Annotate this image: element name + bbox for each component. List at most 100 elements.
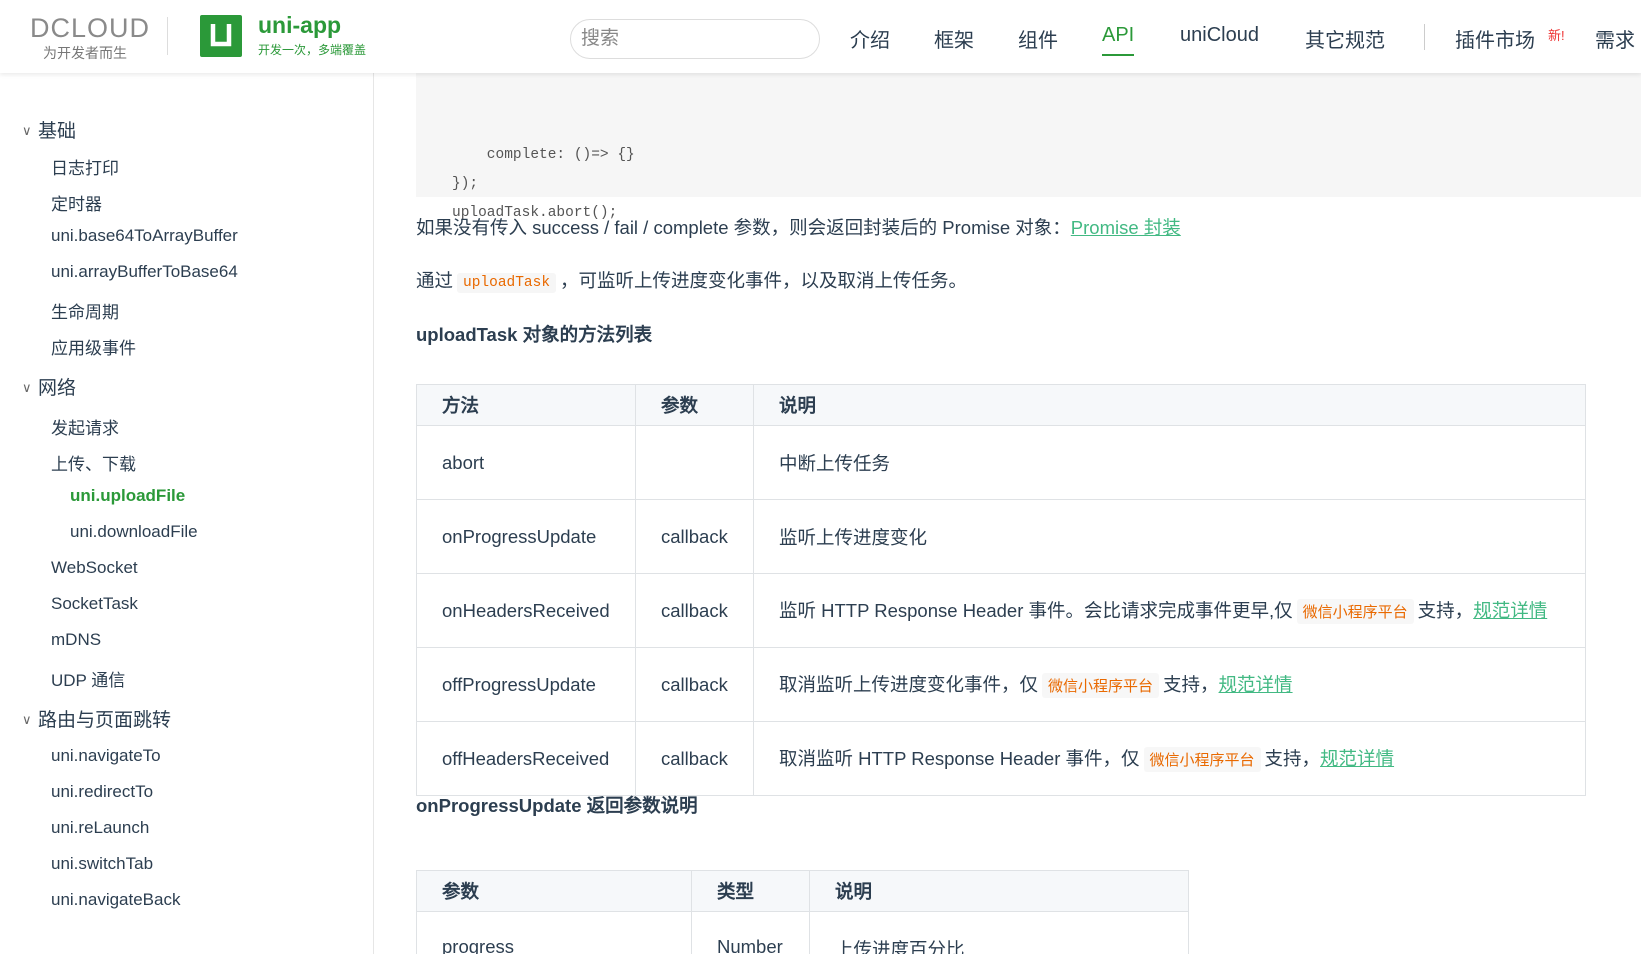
sidebar-item-lifecycle[interactable]: 生命周期 [51, 298, 119, 323]
desc-cell: 监听上传进度变化 [753, 499, 1586, 574]
header-divider [167, 17, 168, 55]
sidebar-item-arraybuffer-to-base64[interactable]: uni.arrayBufferToBase64 [51, 262, 238, 282]
nav-framework[interactable]: 框架 [934, 24, 974, 53]
desc-text: 中断上传任务 [779, 452, 891, 474]
dcloud-logo-word: DCLOUD [30, 13, 151, 43]
param-cell: callback [635, 647, 754, 722]
code-block: complete: ()=> {} }); uploadTask.abort()… [416, 73, 1641, 221]
type-cell: Number [691, 911, 810, 954]
nav-components[interactable]: 组件 [1018, 24, 1058, 53]
desc-after: 支持， [1417, 600, 1474, 621]
table-row: abort 中断上传任务 [416, 425, 1586, 500]
param-cell: callback [635, 499, 754, 574]
upload-task-code: uploadTask [457, 273, 557, 293]
nav-intro[interactable]: 介绍 [850, 24, 890, 53]
promise-link[interactable]: Promise 封装 [1071, 217, 1181, 238]
sidebar-item-request[interactable]: 发起请求 [51, 414, 119, 439]
table-row: offHeadersReceived callback 取消监听 HTTP Re… [416, 721, 1586, 796]
table-header-row: 方法 参数 说明 [416, 384, 1586, 426]
uni-app-title[interactable]: uni-app [258, 12, 341, 39]
desc-cell: 监听 HTTP Response Header 事件。会比请求完成事件更早,仅微… [753, 573, 1586, 648]
table-header: 参数 [635, 384, 754, 426]
upload-text-before: 通过 [416, 270, 454, 291]
chevron-down-icon: ∨ [22, 123, 32, 138]
method-cell: onProgressUpdate [416, 499, 636, 574]
sidebar-item-base64-to-arraybuffer[interactable]: uni.base64ToArrayBuffer [51, 226, 238, 246]
spec-detail-link[interactable]: 规范详情 [1219, 674, 1293, 695]
method-cell: offHeadersReceived [416, 721, 636, 796]
desc-text: 监听上传进度变化 [779, 526, 928, 548]
param-cell: callback [635, 721, 754, 796]
table-header: 参数 [416, 870, 692, 912]
dcloud-slogan: 为开发者而生 [43, 45, 127, 61]
method-cell: abort [416, 425, 636, 500]
sidebar-item-app-events[interactable]: 应用级事件 [51, 334, 136, 359]
desc-after: 支持， [1264, 748, 1321, 769]
progress-params-heading: onProgressUpdate 返回参数说明 [416, 795, 698, 816]
param-cell: callback [635, 573, 754, 648]
uni-app-logo-icon[interactable] [200, 15, 242, 57]
spec-detail-link[interactable]: 规范详情 [1320, 748, 1394, 769]
spec-detail-link[interactable]: 规范详情 [1473, 600, 1547, 621]
nav-plugin-market[interactable]: 插件市场 [1455, 24, 1535, 53]
sidebar-item-navigate-to[interactable]: uni.navigateTo [51, 746, 161, 766]
methods-heading: uploadTask 对象的方法列表 [416, 324, 653, 345]
dcloud-logo[interactable]: DCLOUD 为开发者而生 [30, 13, 151, 63]
table-row: onProgressUpdate callback 监听上传进度变化 [416, 499, 1586, 574]
chevron-down-icon: ∨ [22, 712, 32, 727]
sidebar-group-label: 路由与页面跳转 [38, 710, 172, 731]
table-row: progress Number 上传进度百分比 [416, 911, 1189, 954]
chevron-down-icon: ∨ [22, 380, 32, 395]
method-cell: onHeadersReceived [416, 573, 636, 648]
sidebar-item-download-file[interactable]: uni.downloadFile [70, 522, 198, 542]
table-header: 说明 [809, 870, 1189, 912]
nav-unicloud[interactable]: uniCloud [1180, 24, 1259, 47]
sidebar: ∨ 基础 日志打印 定时器 uni.base64ToArrayBuffer uni… [0, 73, 374, 954]
nav-demand[interactable]: 需求 [1595, 24, 1635, 53]
sidebar-group-routing[interactable]: ∨ 路由与页面跳转 [22, 705, 171, 732]
table-header: 方法 [416, 384, 636, 426]
new-badge: 新! [1548, 28, 1565, 43]
search-input[interactable] [570, 19, 820, 59]
sidebar-item-timer[interactable]: 定时器 [51, 190, 102, 215]
desc-cell: 取消监听上传进度变化事件，仅 微信小程序平台 支持，规范详情 [753, 647, 1586, 722]
main-content: complete: ()=> {} }); uploadTask.abort()… [374, 73, 1641, 954]
nav-separator [1424, 24, 1425, 50]
nav-api[interactable]: API [1102, 24, 1135, 56]
sidebar-item-log[interactable]: 日志打印 [51, 154, 119, 179]
desc-text: 取消监听 HTTP Response Header 事件，仅 [779, 748, 1140, 769]
sidebar-group-basic[interactable]: ∨ 基础 [22, 116, 76, 143]
desc-cell: 取消监听 HTTP Response Header 事件，仅 微信小程序平台 支持，… [753, 721, 1586, 796]
code-line: complete: ()=> {} [452, 147, 635, 163]
uni-app-slogan: 开发一次，多端覆盖 [258, 43, 367, 57]
table-row: onHeadersReceived callback 监听 HTTP Respo… [416, 573, 1586, 648]
sidebar-item-redirect-to[interactable]: uni.redirectTo [51, 782, 153, 802]
nav-other-specs[interactable]: 其它规范 [1305, 24, 1385, 53]
table-header: 类型 [691, 870, 810, 912]
sidebar-item-navigate-back[interactable]: uni.navigateBack [51, 890, 180, 910]
code-line: }); [452, 176, 479, 192]
param-cell: progress [416, 911, 692, 954]
sidebar-item-switch-tab[interactable]: uni.switchTab [51, 854, 153, 874]
sidebar-group-network[interactable]: ∨ 网络 [22, 373, 76, 400]
methods-table: 方法 参数 说明 abort 中断上传任务 onProgressUpdate c… [416, 384, 1586, 796]
params-table: 参数 类型 说明 progress Number 上传进度百分比 [416, 870, 1189, 954]
param-cell [635, 425, 754, 500]
sidebar-item-relaunch[interactable]: uni.reLaunch [51, 818, 149, 838]
desc-after: 支持， [1163, 674, 1219, 695]
table-row: offProgressUpdate callback 取消监听上传进度变化事件，… [416, 647, 1586, 722]
table-header: 说明 [753, 384, 1586, 426]
sidebar-item-mdns[interactable]: mDNS [51, 630, 101, 650]
sidebar-group-label: 基础 [38, 121, 77, 142]
table-header-row: 参数 类型 说明 [416, 870, 1189, 912]
desc-cell: 上传进度百分比 [809, 911, 1189, 954]
desc-cell: 中断上传任务 [753, 425, 1586, 500]
top-header: DCLOUD 为开发者而生 uni-app 开发一次，多端覆盖 介绍 框架 组件… [0, 0, 1641, 73]
sidebar-item-upload-file[interactable]: uni.uploadFile [70, 486, 185, 506]
sidebar-item-sockettask[interactable]: SocketTask [51, 594, 138, 614]
promise-paragraph: 如果没有传入 success / fail / complete 参数，则会返回… [416, 214, 1181, 240]
sidebar-item-upload-download[interactable]: 上传、下载 [51, 450, 136, 475]
promise-text: 如果没有传入 success / fail / complete 参数，则会返回… [416, 217, 1071, 238]
sidebar-item-udp[interactable]: UDP 通信 [51, 666, 125, 691]
sidebar-item-websocket[interactable]: WebSocket [51, 558, 138, 578]
